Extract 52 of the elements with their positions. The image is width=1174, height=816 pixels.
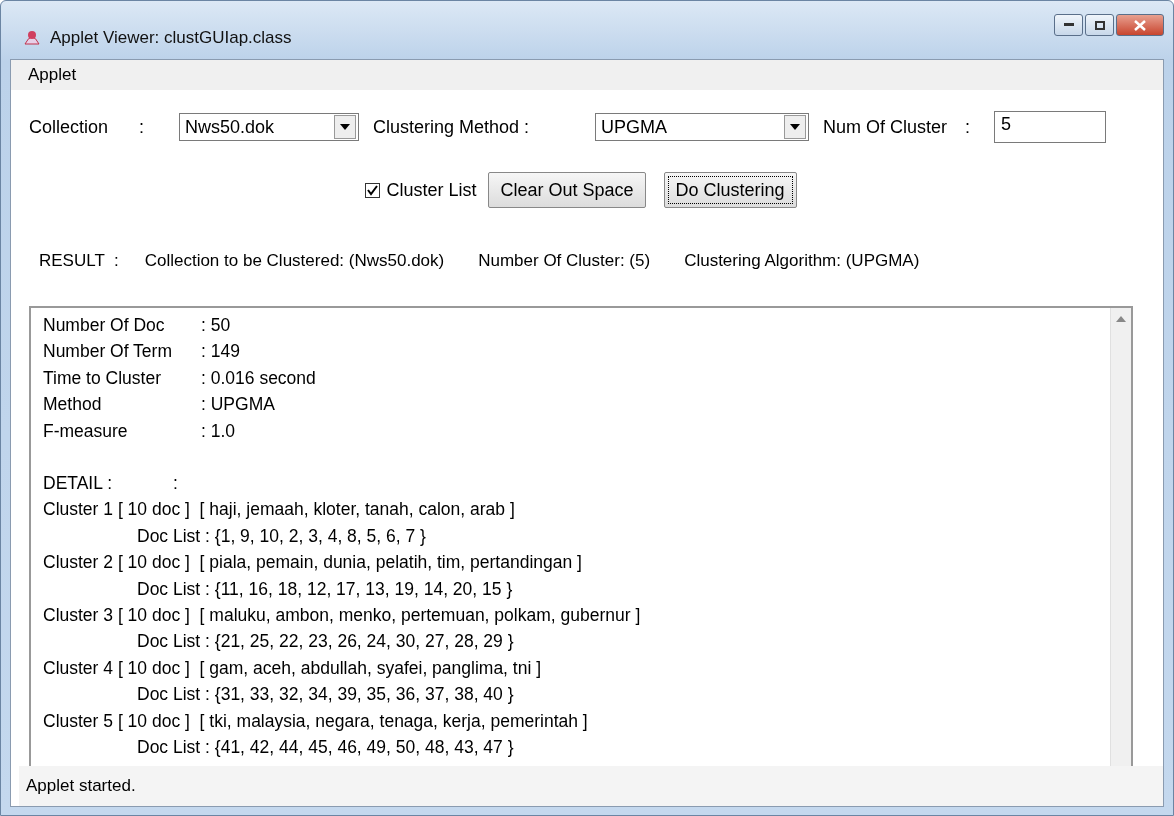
num-cluster-label: Num Of Cluster [823,116,948,138]
summary-value: : UPGMA [201,393,275,417]
detail-label: DETAIL : [43,472,114,496]
summary-label: F-measure [43,419,129,443]
method-label: Clustering Method : [373,116,531,138]
colon: : [139,116,145,138]
doc-list: Doc List : {31, 33, 32, 34, 39, 35, 36, 37, 38, 40 } [43,681,514,708]
summary-value: : 50 [201,314,231,337]
minimize-icon [1063,23,1074,27]
action-button[interactable]: Clear Out Space [488,172,646,208]
cluster-header: Cluster 1 [ 10 doc ] [ haji, jemaah, kloter, tanah, calon, arab ] [43,498,515,522]
status-text: Applet started. [26,776,136,796]
result-text: Number Of Cluster: (5) [478,251,651,271]
check-icon [367,184,379,196]
num-cluster-field[interactable]: 5 [994,111,1107,143]
summary-value: : 149 [201,340,240,364]
collection-dropdown[interactable]: Nws50.dok [179,113,359,141]
applet-icon [22,28,42,48]
maximize-icon [1094,20,1105,30]
result-text: Collection to be Clustered: (Nws50.dok) [144,251,445,271]
summary-value: : 0.016 second [201,366,316,390]
summary-label: Method [43,393,103,417]
scroll-up-icon[interactable] [1116,316,1126,322]
doc-list: Doc List : {1, 9, 10, 2, 3, 4, 8, 5, 6, 7 } [43,522,426,550]
action-button[interactable]: Do Clustering [663,172,797,208]
window-title: Applet Viewer: clustGUIap.class [50,28,292,48]
close-icon [1134,19,1146,31]
close-button[interactable] [1116,14,1164,36]
cluster-header: Cluster 2 [ 10 doc ] [ piala, pemain, dunia, pelatih, tim, pertandingan ] [43,551,582,575]
cluster-list-checkbox[interactable]: Cluster List [365,179,477,201]
minimize-button[interactable] [1054,14,1083,36]
caret-icon [790,124,800,130]
colon: : [965,116,971,138]
cluster-header: Cluster 3 [ 10 doc ] [ maluku, ambon, menko, pertemuan, polkam, gubernur ] [43,604,641,628]
doc-list: Doc List : {41, 42, 44, 45, 46, 49, 50, 48, 43, 47 } [43,734,514,761]
method-dropdown[interactable]: UPGMA [595,113,809,141]
scrollbar[interactable] [1110,308,1131,766]
summary-value: : 1.0 [201,419,236,443]
caret-icon [340,124,350,130]
result-text: RESULT : [39,251,119,271]
doc-list: Doc List : {21, 25, 22, 23, 26, 24, 30, 27, 28, 29 } [43,628,514,655]
collection-label: Collection [28,116,110,138]
summary-label: Time to Cluster [43,366,162,390]
summary-label: Number Of Term [43,340,173,364]
detail-value: : [173,472,178,496]
cluster-header: Cluster 4 [ 10 doc ] [ gam, aceh, abdullah, syafei, panglima, tni ] [43,656,542,680]
result-text: Clustering Algorithm: (UPGMA) [684,251,920,271]
cluster-header: Cluster 5 [ 10 doc ] [ tki, malaysia, negara, tenaga, kerja, pemerintah ] [43,709,588,733]
maximize-button[interactable] [1085,14,1114,36]
doc-list: Doc List : {11, 16, 18, 12, 17, 13, 19, 14, 20, 15 } [43,575,513,603]
menu-item[interactable]: Applet [24,63,81,87]
summary-label: Number Of Doc [43,314,166,337]
